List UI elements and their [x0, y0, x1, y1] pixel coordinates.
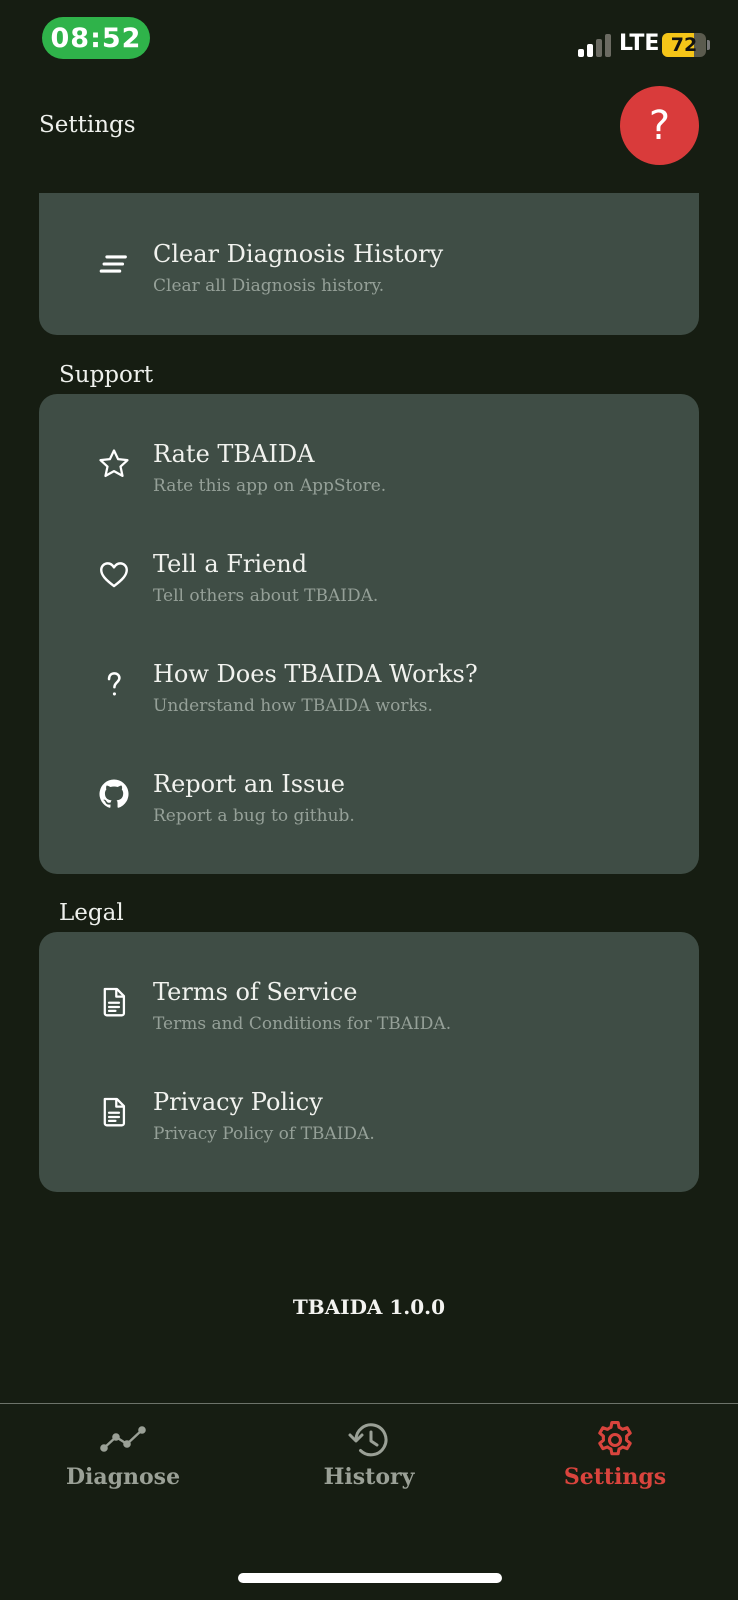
clear-diagnosis-history-item[interactable]: Clear Diagnosis History Clear all Diagno…: [39, 214, 699, 314]
legal-card: Terms of Service Terms and Conditions fo…: [39, 932, 699, 1192]
heart-icon: [96, 556, 132, 592]
github-icon: [96, 776, 132, 812]
tab-label: Settings: [563, 1464, 667, 1490]
home-indicator[interactable]: [238, 1573, 502, 1583]
terms-of-service-item[interactable]: Terms of Service Terms and Conditions fo…: [39, 952, 699, 1052]
tab-label: Diagnose: [65, 1464, 181, 1490]
item-subtitle: Privacy Policy of TBAIDA.: [153, 1124, 375, 1144]
star-icon: [96, 446, 132, 482]
item-title: Privacy Policy: [153, 1088, 323, 1116]
document-icon: [96, 1094, 132, 1130]
trend-line-icon: [100, 1426, 146, 1452]
tab-history[interactable]: History: [246, 1418, 492, 1498]
tab-settings[interactable]: Settings: [492, 1418, 738, 1498]
data-settings-card: Clear Diagnosis History Clear all Diagno…: [39, 193, 699, 335]
item-subtitle: Tell others about TBAIDA.: [153, 586, 379, 606]
status-bar: 08:52 LTE 72: [0, 0, 738, 80]
gear-icon: [598, 1421, 632, 1456]
bottom-nav-divider: [0, 1403, 738, 1404]
document-icon: [96, 984, 132, 1020]
tab-label: History: [323, 1464, 415, 1490]
page-title: Settings: [39, 112, 136, 138]
privacy-policy-item[interactable]: Privacy Policy Privacy Policy of TBAIDA.: [39, 1062, 699, 1162]
item-title: How Does TBAIDA Works?: [153, 660, 478, 688]
section-label-support: Support: [59, 362, 154, 388]
item-subtitle: Report a bug to github.: [153, 806, 355, 826]
rate-app-item[interactable]: Rate TBAIDA Rate this app on AppStore.: [39, 414, 699, 514]
battery-tip: [707, 40, 710, 50]
battery-percentage: 72: [670, 34, 698, 56]
item-subtitle: Rate this app on AppStore.: [153, 476, 387, 496]
item-subtitle: Terms and Conditions for TBAIDA.: [153, 1014, 452, 1034]
item-title: Rate TBAIDA: [153, 440, 315, 468]
cellular-signal-icon: [578, 33, 614, 57]
tab-diagnose[interactable]: Diagnose: [0, 1418, 246, 1498]
item-subtitle: Understand how TBAIDA works.: [153, 696, 433, 716]
network-type: LTE: [619, 31, 660, 56]
support-card: Rate TBAIDA Rate this app on AppStore. T…: [39, 394, 699, 874]
question-icon: [96, 666, 132, 702]
report-issue-item[interactable]: Report an Issue Report a bug to github.: [39, 744, 699, 844]
how-it-works-item[interactable]: How Does TBAIDA Works? Understand how TB…: [39, 634, 699, 734]
section-label-legal: Legal: [59, 900, 124, 926]
item-title: Report an Issue: [153, 770, 345, 798]
item-title: Terms of Service: [153, 978, 358, 1006]
item-title: Clear Diagnosis History: [153, 240, 444, 268]
item-subtitle: Clear all Diagnosis history.: [153, 276, 385, 296]
clear-all-icon: [96, 246, 132, 282]
status-time: 08:52: [42, 17, 150, 59]
question-mark-icon: ?: [648, 102, 671, 149]
item-title: Tell a Friend: [153, 550, 308, 578]
battery-icon: 72: [662, 33, 706, 57]
tell-a-friend-item[interactable]: Tell a Friend Tell others about TBAIDA.: [39, 524, 699, 624]
help-button[interactable]: ?: [620, 86, 699, 165]
app-version: TBAIDA 1.0.0: [292, 1295, 446, 1319]
history-icon: [348, 1423, 388, 1457]
